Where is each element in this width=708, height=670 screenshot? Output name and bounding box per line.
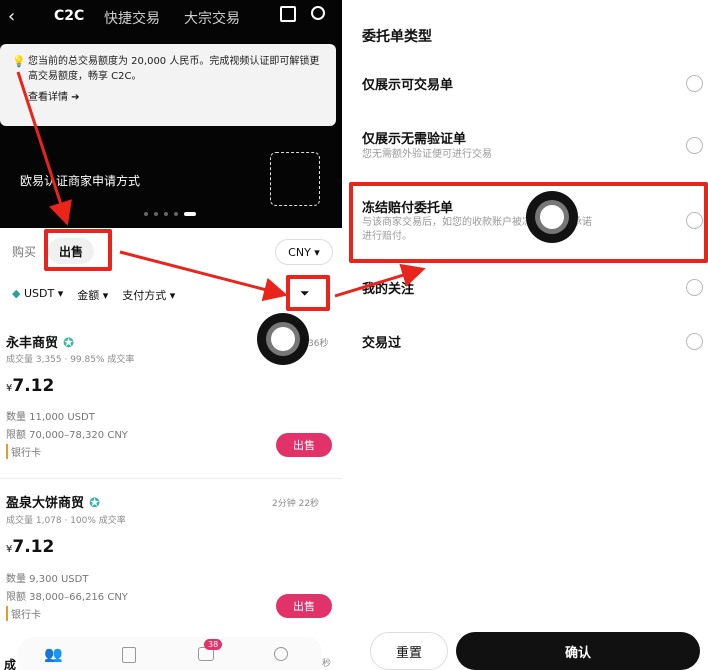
annotation-arrows <box>16 71 426 302</box>
